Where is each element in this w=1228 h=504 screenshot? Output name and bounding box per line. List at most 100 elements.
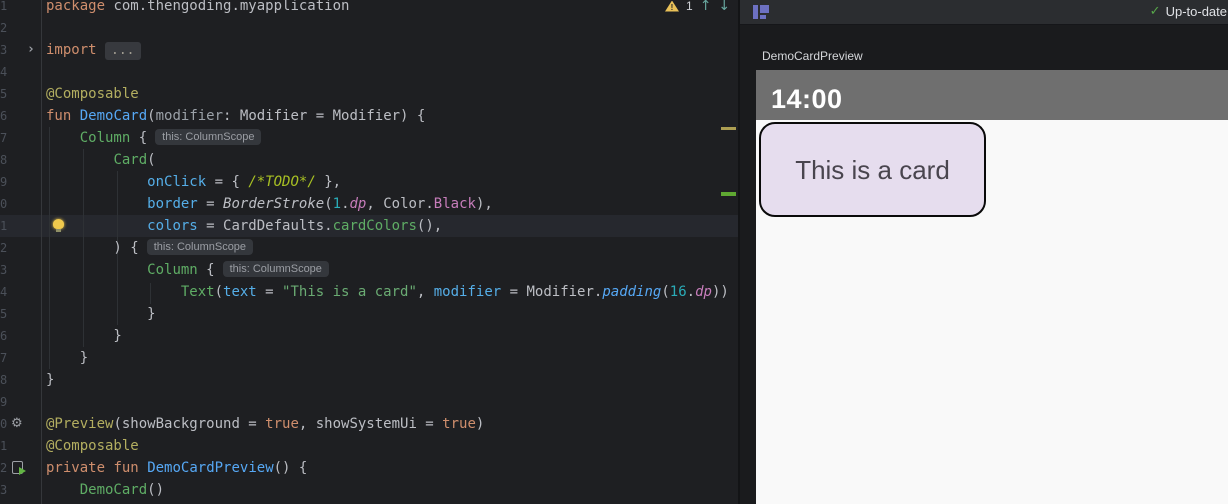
- code-line[interactable]: colors = CardDefaults.cardColors(),: [46, 215, 736, 237]
- code-token: .: [687, 284, 695, 300]
- code-token: colors: [147, 218, 198, 234]
- code-token: cardColors: [333, 218, 417, 234]
- line-number: 1: [0, 215, 9, 237]
- code-token: DemoCard: [80, 482, 147, 498]
- code-line[interactable]: import ...: [46, 39, 736, 61]
- device-preview-frame: 14:00 This is a card: [756, 70, 1228, 504]
- code-line[interactable]: }: [46, 303, 736, 325]
- gutter-gear-icon[interactable]: ⚙: [11, 416, 23, 432]
- code-line[interactable]: }: [46, 347, 736, 369]
- warning-count[interactable]: 1: [686, 0, 693, 13]
- code-token: [71, 108, 79, 124]
- preview-toolbar: ✓ Up-to-date: [740, 0, 1228, 25]
- code-line[interactable]: private fun DemoCardPreview() {: [46, 457, 736, 479]
- build-status[interactable]: ✓ Up-to-date: [1150, 4, 1227, 20]
- code-token: = CardDefaults.: [198, 218, 333, 234]
- code-line[interactable]: border = BorderStroke(1.dp, Color.Black)…: [46, 193, 736, 215]
- code-token: },: [316, 174, 341, 190]
- inspections-widget[interactable]: 1 ↑ ↓: [665, 0, 730, 13]
- warning-triangle-icon[interactable]: [665, 1, 679, 12]
- gutter-row: 1: [0, 0, 41, 17]
- code-token: [46, 152, 113, 168]
- code-line[interactable]: [46, 17, 736, 39]
- code-line[interactable]: onClick = { /*TODO*/ },: [46, 171, 736, 193]
- next-issue-arrow-icon[interactable]: ↓: [718, 0, 730, 13]
- scrollbar-todo-mark[interactable]: [721, 192, 736, 196]
- gutter-row: 1: [0, 215, 41, 237]
- code-token: = Modifier.: [501, 284, 602, 300]
- code-line[interactable]: [46, 61, 736, 83]
- run-preview-icon[interactable]: [12, 461, 23, 474]
- code-line[interactable]: }: [46, 325, 736, 347]
- gutter-row: 6: [0, 325, 41, 347]
- code-token: (: [324, 196, 332, 212]
- code-line[interactable]: @Composable: [46, 435, 736, 457]
- code-line[interactable]: @Preview(showBackground = true, showSyst…: [46, 413, 736, 435]
- code-token: [46, 262, 147, 278]
- inlay-hint: this: ColumnScope: [155, 129, 261, 145]
- line-number: 5: [0, 83, 9, 105]
- code-token: import: [46, 42, 97, 58]
- code-token: (: [215, 284, 223, 300]
- line-number: 3: [0, 259, 9, 281]
- code-token: ),: [476, 196, 493, 212]
- code-line[interactable]: Column {this: ColumnScope: [46, 259, 736, 281]
- scrollbar-warning-mark[interactable]: [721, 127, 736, 130]
- code-line[interactable]: DemoCard(): [46, 479, 736, 501]
- code-token: (: [661, 284, 669, 300]
- preview-title[interactable]: DemoCardPreview: [762, 49, 863, 63]
- editor-gutter[interactable]: 123›45678901234567890⚙1234: [0, 0, 42, 504]
- code-area[interactable]: package com.thengoding.myapplication impo…: [46, 0, 736, 504]
- code-token: }: [46, 306, 156, 322]
- code-token: true: [265, 416, 299, 432]
- code-token: package: [46, 0, 105, 14]
- prev-issue-arrow-icon[interactable]: ↑: [700, 0, 712, 13]
- gutter-row: 4: [0, 281, 41, 303]
- code-line[interactable]: package com.thengoding.myapplication: [46, 0, 736, 17]
- rendered-card: This is a card: [759, 122, 986, 217]
- code-token: @Composable: [46, 438, 139, 454]
- line-number: 9: [0, 171, 9, 193]
- line-number: 1: [0, 435, 9, 457]
- gutter-row: 3›: [0, 39, 41, 61]
- line-number: 6: [0, 325, 9, 347]
- code-token: onClick: [147, 174, 206, 190]
- grid-layout-icon[interactable]: [753, 4, 769, 20]
- intention-lightbulb-icon[interactable]: [53, 219, 64, 229]
- code-token: )): [712, 284, 729, 300]
- device-clock: 14:00: [771, 84, 843, 114]
- code-token: }: [46, 328, 122, 344]
- code-token: ...: [105, 42, 140, 60]
- code-editor[interactable]: 123›45678901234567890⚙1234 package com.t…: [0, 0, 740, 504]
- code-token: Column: [147, 262, 198, 278]
- code-line[interactable]: }: [46, 369, 736, 391]
- gutter-row: 9: [0, 171, 41, 193]
- code-token: , Color.: [366, 196, 433, 212]
- code-line[interactable]: fun DemoCard(modifier: Modifier = Modifi…: [46, 105, 736, 127]
- code-token: Column: [80, 130, 131, 146]
- code-line[interactable]: ) {this: ColumnScope: [46, 237, 736, 259]
- code-token: (),: [417, 218, 442, 234]
- code-token: [46, 174, 147, 190]
- gutter-row: 2: [0, 237, 41, 259]
- code-token: true: [442, 416, 476, 432]
- code-token: "This is a card": [282, 284, 417, 300]
- line-number: 7: [0, 127, 9, 149]
- code-line[interactable]: Column {this: ColumnScope: [46, 127, 736, 149]
- build-status-label: Up-to-date: [1166, 4, 1227, 20]
- line-number: 4: [0, 61, 9, 83]
- code-token: border: [147, 196, 198, 212]
- compose-preview-panel: ✓ Up-to-date DemoCardPreview 14:00 This …: [740, 0, 1228, 504]
- code-line[interactable]: Text(text = "This is a card", modifier =…: [46, 281, 736, 303]
- line-number: 7: [0, 347, 9, 369]
- code-line[interactable]: @Composable: [46, 83, 736, 105]
- code-line[interactable]: [46, 391, 736, 413]
- fold-arrow-icon[interactable]: ›: [27, 41, 35, 59]
- gutter-row: 8: [0, 369, 41, 391]
- code-token: (: [147, 152, 155, 168]
- gutter-row: 8: [0, 149, 41, 171]
- code-token: {: [198, 262, 215, 278]
- code-line[interactable]: Card(: [46, 149, 736, 171]
- code-token: fun: [113, 460, 138, 476]
- code-token: [97, 42, 105, 58]
